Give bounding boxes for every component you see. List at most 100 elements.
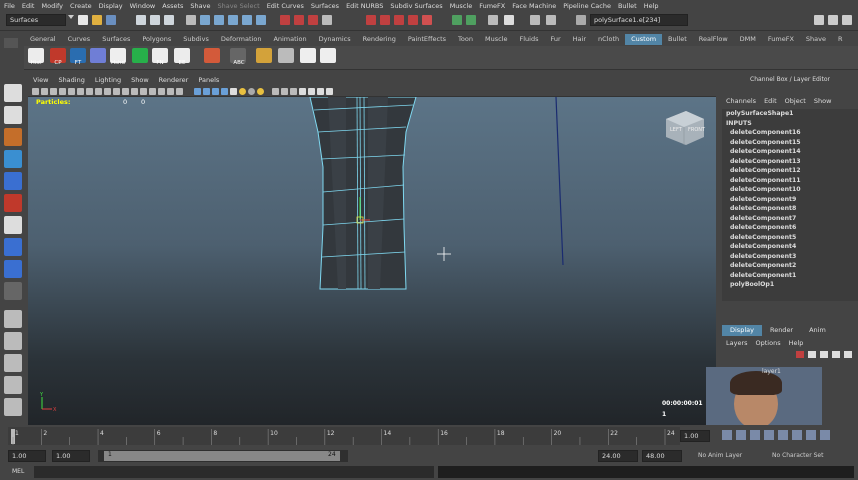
field-mode-icon[interactable] <box>576 15 586 25</box>
shelf-tab[interactable]: Bullet <box>662 34 693 45</box>
layer-menu-item[interactable]: Layers <box>726 339 748 347</box>
shelf-button-play[interactable] <box>132 48 148 63</box>
input-node-item[interactable]: deleteComponent11 <box>722 176 858 186</box>
menu-item[interactable]: File <box>4 2 15 10</box>
film-gate-icon[interactable] <box>77 88 84 95</box>
uv-mask-icon[interactable] <box>242 15 252 25</box>
menu-item[interactable]: Display <box>99 2 123 10</box>
panel-menu-item[interactable]: Show <box>131 76 149 84</box>
input-node-item[interactable]: deleteComponent14 <box>722 147 858 157</box>
channel-box-menu-item[interactable]: Show <box>814 97 832 105</box>
input-node-item[interactable]: deleteComponent13 <box>722 157 858 167</box>
cube-textured-icon[interactable] <box>203 88 210 95</box>
layer-up-icon[interactable] <box>832 351 840 358</box>
rotate-tool-icon[interactable] <box>4 172 22 190</box>
resolution-gate-icon[interactable] <box>86 88 93 95</box>
curve-line[interactable] <box>555 97 564 266</box>
scene-geometry[interactable]: LEFT FRONT Y X <box>28 97 716 425</box>
go-to-end-icon[interactable] <box>820 430 830 440</box>
step-back-frame-icon[interactable] <box>750 430 760 440</box>
layer-tab[interactable]: Anim <box>801 325 834 336</box>
save-scene-icon[interactable] <box>106 15 116 25</box>
edge-mask-icon[interactable] <box>214 15 224 25</box>
panel-menu-item[interactable]: Renderer <box>159 76 189 84</box>
cube-lights-icon[interactable] <box>221 88 228 95</box>
menu-item[interactable]: Modify <box>41 2 63 10</box>
shelf-tab[interactable]: RealFlow <box>693 34 734 45</box>
perspective-viewport[interactable]: Particles: 0 0 LEFT FRONT Y X 00:00:00:0… <box>28 97 716 425</box>
cube-wire-icon[interactable] <box>212 88 219 95</box>
input-node-item[interactable]: deleteComponent4 <box>722 242 858 252</box>
frame-all-icon[interactable] <box>317 88 324 95</box>
input-node-item[interactable]: deleteComponent6 <box>722 223 858 233</box>
output-icon[interactable] <box>466 15 476 25</box>
panel-menu-item[interactable]: View <box>33 76 48 84</box>
sphere-icon[interactable] <box>248 88 255 95</box>
cube-shaded-icon[interactable] <box>194 88 201 95</box>
layer-selected-icon[interactable] <box>808 351 816 358</box>
shelf-button-polygon[interactable] <box>90 48 106 63</box>
xray-joints-icon[interactable] <box>290 88 297 95</box>
textured-icon[interactable] <box>149 88 156 95</box>
input-node-item[interactable]: deleteComponent12 <box>722 166 858 176</box>
menu-item[interactable]: Help <box>644 2 659 10</box>
checker-icon[interactable] <box>230 88 237 95</box>
hypershade-icon[interactable] <box>546 15 556 25</box>
shelf-tab[interactable]: Dynamics <box>313 34 357 45</box>
attribute-editor-icon[interactable] <box>828 15 838 25</box>
menu-item[interactable]: Edit Curves <box>267 2 304 10</box>
shelf-button-curve[interactable] <box>256 48 272 63</box>
select-by-hierarchy-icon[interactable] <box>136 15 146 25</box>
menu-item[interactable]: Pipeline Cache <box>563 2 611 10</box>
menu-item[interactable]: Face Machine <box>512 2 556 10</box>
snap-grid-icon[interactable] <box>280 15 290 25</box>
menu-item[interactable]: Edit <box>22 2 35 10</box>
shelf-button-script[interactable] <box>300 48 316 63</box>
selection-field[interactable]: polySurface1.e[234] <box>590 14 688 26</box>
manipulator-tool-icon[interactable] <box>4 216 22 234</box>
isolate-select-icon[interactable] <box>272 88 279 95</box>
animation-start-field[interactable]: 1.00 <box>8 450 46 462</box>
go-to-start-icon[interactable] <box>722 430 732 440</box>
panel-menu-item[interactable]: Panels <box>198 76 219 84</box>
input-node-item[interactable]: polyBoolOp1 <box>722 280 858 290</box>
soft-mod-icon[interactable] <box>4 238 22 256</box>
last-tool-icon[interactable] <box>4 282 22 300</box>
input-node-item[interactable]: deleteComponent9 <box>722 195 858 205</box>
new-scene-icon[interactable] <box>78 15 88 25</box>
shelf-tab[interactable]: Muscle <box>479 34 514 45</box>
playback-end-field[interactable]: 24.00 <box>598 450 638 462</box>
shelf-tab[interactable]: Fluids <box>513 34 544 45</box>
shelf-tab[interactable]: Fur <box>544 34 566 45</box>
menu-item[interactable]: Window <box>130 2 156 10</box>
input-node-item[interactable]: deleteComponent5 <box>722 233 858 243</box>
persp-graph-icon[interactable] <box>4 376 22 394</box>
shape-node-label[interactable]: polySurfaceShape1 <box>722 109 858 119</box>
four-view-icon[interactable] <box>4 332 22 350</box>
menu-item[interactable]: FumeFX <box>479 2 505 10</box>
shelf-tab[interactable]: Deformation <box>215 34 268 45</box>
pick-mask-icon[interactable] <box>186 15 196 25</box>
menu-item[interactable]: Bullet <box>618 2 637 10</box>
construction-icon[interactable] <box>380 15 390 25</box>
image-plane-icon[interactable] <box>59 88 66 95</box>
input-node-item[interactable]: deleteComponent1 <box>722 271 858 281</box>
shelf-tab[interactable]: DMM <box>734 34 762 45</box>
character-set-dropdown[interactable]: No Character Set <box>772 452 823 459</box>
field-chart-icon[interactable] <box>104 88 111 95</box>
single-perspective-icon[interactable] <box>4 310 22 328</box>
xray-icon[interactable] <box>176 88 183 95</box>
shelf-tab[interactable]: Hair <box>567 34 592 45</box>
history-icon[interactable] <box>366 15 376 25</box>
render-view-icon[interactable] <box>394 15 404 25</box>
show-manip-icon[interactable] <box>4 260 22 278</box>
menu-item[interactable]: Edit NURBS <box>346 2 383 10</box>
shelf-tab[interactable]: nCloth <box>592 34 625 45</box>
input-node-item[interactable]: deleteComponent7 <box>722 214 858 224</box>
shelf-tab[interactable]: Toon <box>452 34 479 45</box>
hud-icon[interactable] <box>308 88 315 95</box>
lasso-tool-icon[interactable] <box>4 106 22 124</box>
select-by-component-icon[interactable] <box>164 15 174 25</box>
layer-name[interactable]: layer1 <box>762 368 781 375</box>
light-icon[interactable] <box>239 88 246 95</box>
